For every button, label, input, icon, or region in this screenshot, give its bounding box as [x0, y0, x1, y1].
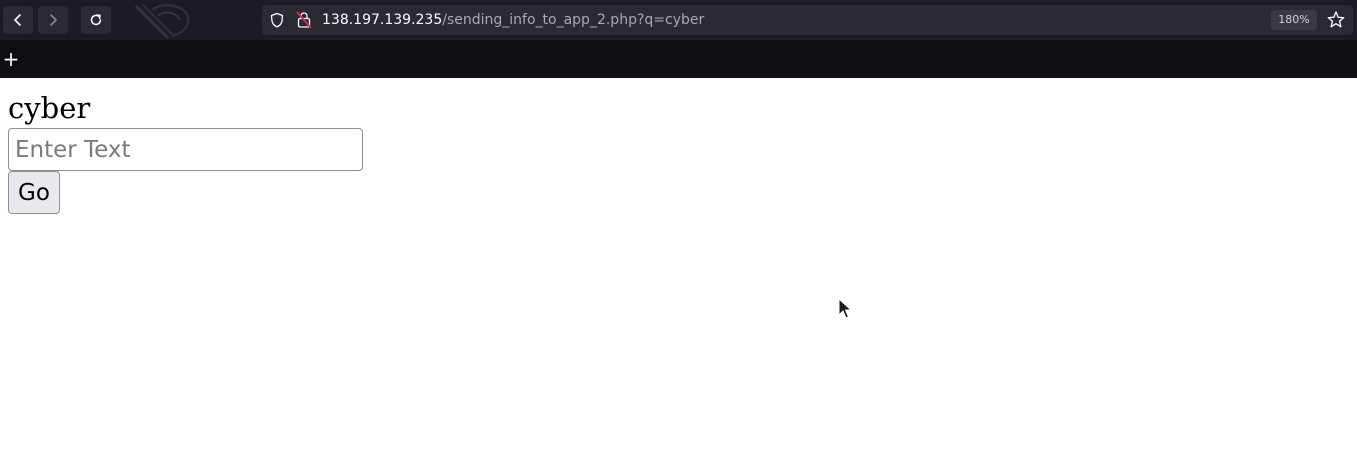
page-heading: cyber [8, 91, 91, 125]
mouse-pointer-icon [838, 298, 852, 319]
new-tab-button[interactable]: + [0, 48, 22, 70]
text-input[interactable] [8, 128, 363, 171]
browser-toolbar: 138.197.139.235/sending_info_to_app_2.ph… [0, 0, 1357, 40]
forward-button[interactable] [38, 6, 68, 34]
url-text[interactable]: 138.197.139.235/sending_info_to_app_2.ph… [322, 11, 704, 29]
forward-arrow-icon [50, 14, 57, 26]
page-content: cyber Go [0, 78, 1357, 450]
star-icon[interactable] [1326, 10, 1346, 30]
go-button[interactable]: Go [8, 171, 60, 214]
zoom-level-badge[interactable]: 180% [1271, 10, 1317, 30]
url-host: 138.197.139.235 [322, 12, 443, 28]
shield-icon[interactable] [269, 12, 285, 28]
back-arrow-icon [14, 14, 21, 26]
reload-icon [90, 14, 102, 26]
url-bar[interactable]: 138.197.139.235/sending_info_to_app_2.ph… [262, 5, 1353, 35]
insecure-lock-icon[interactable] [296, 11, 312, 29]
url-path: /sending_info_to_app_2.php?q=cyber [442, 12, 705, 28]
dragon-logo-watermark [134, 3, 190, 40]
reload-button[interactable] [81, 6, 111, 34]
back-button[interactable] [3, 6, 33, 34]
tab-strip: + [0, 40, 1357, 78]
